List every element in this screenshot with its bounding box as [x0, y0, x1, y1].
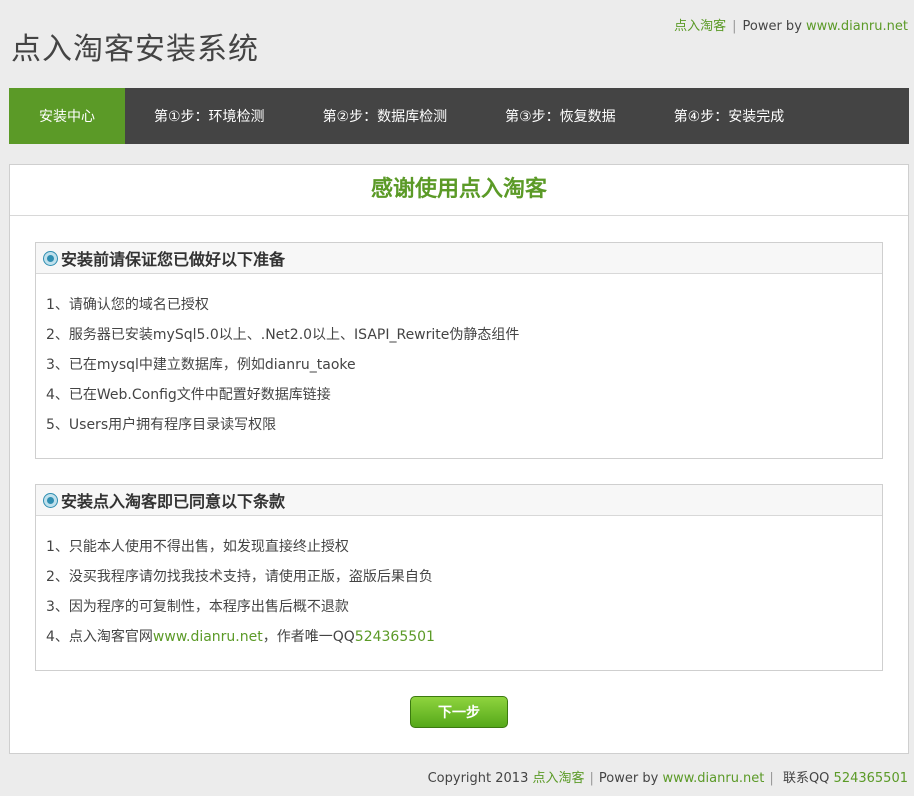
footer-brand-link[interactable]: 点入淘客 [533, 771, 585, 786]
list-item: 4、已在Web.Config文件中配置好数据库链接 [46, 387, 331, 403]
nav-step-1[interactable]: 第①步：环境检测 [125, 88, 294, 144]
header-top-links: 点入淘客 | Power by www.dianru.net [674, 15, 908, 34]
step-navigation: 安装中心 第①步：环境检测 第②步：数据库检测 第③步：恢复数据 第④步：安装完… [9, 88, 909, 144]
brand-link[interactable]: 点入淘客 [674, 19, 726, 34]
terms-heading-text: 安装点入淘客即已同意以下条款 [61, 492, 286, 511]
footer: Copyright 2013 点入淘客 | Power by www.dianru.… [428, 767, 908, 786]
official-site-link[interactable]: www.dianru.net [153, 629, 263, 645]
list-item: 2、没买我程序请勿找我技术支持，请使用正版，盗版后果自负 [46, 569, 433, 585]
separator: | [732, 19, 737, 34]
nav-install-center[interactable]: 安装中心 [9, 88, 125, 144]
bullet-circle-icon [44, 493, 57, 507]
separator: | [589, 771, 594, 786]
list-item: 2、服务器已安装mySql5.0以上、.Net2.0以上、ISAPI_Rewri… [46, 327, 520, 343]
main-panel: 感谢使用点入淘客 安装前请保证您已做好以下准备 1、请确认您的域名已授权 2、服… [9, 164, 909, 754]
dianru-site-link[interactable]: www.dianru.net [806, 19, 908, 34]
footer-qq-label: 联系QQ [782, 771, 830, 786]
preparation-heading: 安装前请保证您已做好以下准备 [36, 243, 882, 274]
footer-qq-link[interactable]: 524365501 [834, 771, 908, 786]
preparation-box: 安装前请保证您已做好以下准备 1、请确认您的域名已授权 2、服务器已安装mySq… [35, 242, 883, 459]
terms-box: 安装点入淘客即已同意以下条款 1、只能本人使用不得出售，如发现直接终止授权 2、… [35, 484, 883, 671]
nav-step-4[interactable]: 第④步：安装完成 [645, 88, 814, 144]
list-item: 1、请确认您的域名已授权 [46, 297, 209, 313]
separator: | [769, 771, 774, 786]
author-qq-link[interactable]: 524365501 [355, 629, 435, 645]
power-by-label: Power by [742, 19, 802, 34]
footer-site-link[interactable]: www.dianru.net [662, 771, 764, 786]
terms-list: 1、只能本人使用不得出售，如发现直接终止授权 2、没买我程序请勿找我技术支持，请… [36, 516, 882, 652]
footer-power-by-label: Power by [598, 771, 659, 786]
nav-step-3[interactable]: 第③步：恢复数据 [476, 88, 645, 144]
preparation-list: 1、请确认您的域名已授权 2、服务器已安装mySql5.0以上、.Net2.0以… [36, 274, 882, 440]
term-4-middle: ，作者唯一QQ [262, 629, 355, 645]
bullet-circle-icon [44, 251, 57, 265]
list-item: 3、因为程序的可复制性，本程序出售后概不退款 [46, 599, 349, 615]
next-step-button[interactable]: 下一步 [410, 696, 508, 728]
term-4-prefix: 4、点入淘客官网 [46, 629, 153, 645]
list-item: 1、只能本人使用不得出售，如发现直接终止授权 [46, 539, 349, 555]
page-title: 感谢使用点入淘客 [10, 165, 908, 216]
site-title: 点入淘客安装系统 [11, 32, 259, 67]
copyright-text: Copyright 2013 [427, 771, 529, 786]
nav-step-2[interactable]: 第②步：数据库检测 [294, 88, 477, 144]
list-item: 4、点入淘客官网www.dianru.net，作者唯一QQ524365501 [46, 622, 882, 652]
terms-heading: 安装点入淘客即已同意以下条款 [36, 485, 882, 516]
preparation-heading-text: 安装前请保证您已做好以下准备 [61, 250, 286, 269]
list-item: 5、Users用户拥有程序目录读写权限 [46, 417, 277, 433]
list-item: 3、已在mysql中建立数据库，例如dianru_taoke [46, 357, 356, 373]
